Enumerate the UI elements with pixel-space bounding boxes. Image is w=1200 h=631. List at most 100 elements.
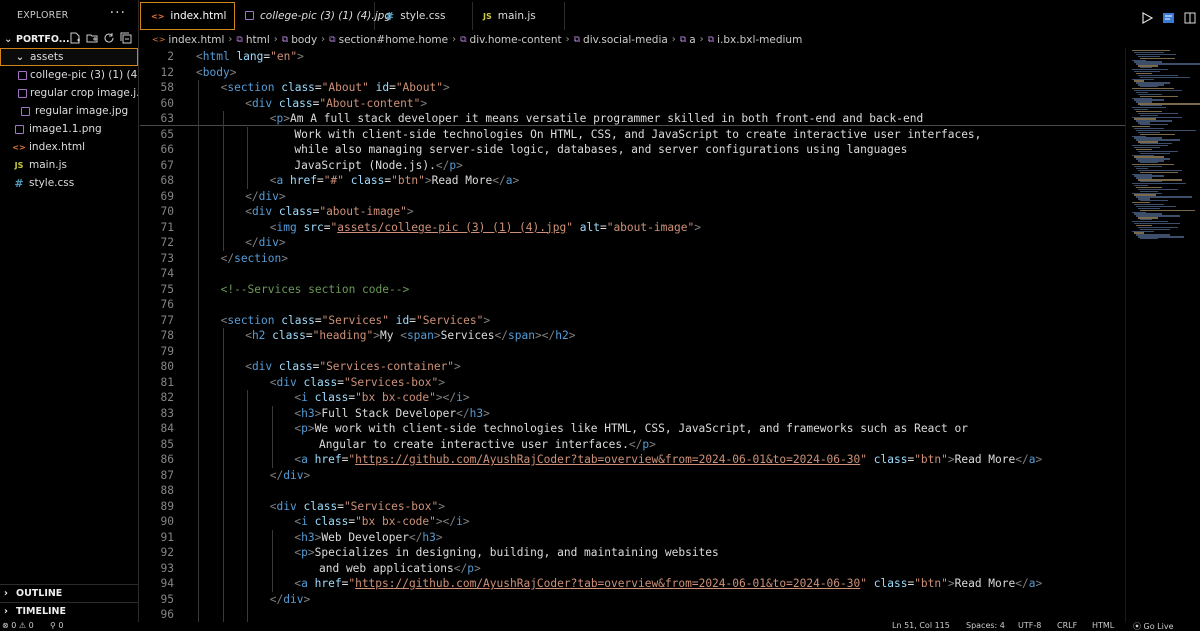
indentation-status[interactable]: Spaces: 4 bbox=[966, 622, 1005, 630]
collapse-all-icon[interactable] bbox=[120, 31, 132, 45]
code-token: section bbox=[234, 251, 282, 265]
tree-file[interactable]: JS main.js bbox=[0, 156, 138, 174]
chevron-right-icon: › bbox=[699, 34, 704, 45]
line-number: 77 bbox=[160, 313, 174, 327]
code-line[interactable]: 72 </div> bbox=[140, 235, 1125, 251]
timeline-section[interactable]: › TIMELINE bbox=[0, 602, 139, 620]
code-line[interactable]: 80 <div class="Services-container"> bbox=[140, 359, 1125, 375]
code-line[interactable]: 94 <a href="https://github.com/AyushRajCo… bbox=[140, 576, 1125, 592]
refresh-icon[interactable] bbox=[103, 31, 115, 45]
encoding-status[interactable]: UTF-8 bbox=[1018, 622, 1041, 630]
code-line[interactable]: 65 Work with client-side technologies On … bbox=[140, 127, 1125, 143]
code-line[interactable]: 58 <section class="About" id="About"> bbox=[140, 80, 1125, 96]
code-content: <div class="About-content"> bbox=[245, 96, 427, 112]
breadcrumb-item[interactable]: ⧉ body › bbox=[282, 34, 329, 46]
code-token: h3 bbox=[469, 406, 484, 420]
code-line[interactable]: 67 JavaScript (Node.js).</p> bbox=[140, 158, 1125, 174]
problems-status[interactable]: ⊗ 0 ⚠ 0 bbox=[2, 622, 34, 630]
code-line[interactable]: 84 <p>We work with client-side technologi… bbox=[140, 421, 1125, 437]
cursor-position[interactable]: Ln 51, Col 115 bbox=[892, 622, 950, 630]
code-token: div bbox=[283, 592, 304, 606]
language-mode[interactable]: HTML bbox=[1092, 622, 1114, 630]
tab-html[interactable]: <> index.html bbox=[140, 2, 235, 30]
breadcrumb-item[interactable]: ⧉ div.home-content › bbox=[460, 34, 574, 46]
code-line[interactable]: 77 <section class="Services" id="Services… bbox=[140, 313, 1125, 329]
code-token: "Services-container" bbox=[319, 360, 455, 373]
code-line[interactable]: 12 <body> bbox=[140, 65, 1125, 81]
code-line[interactable]: 63 <p>Am A full stack developer it means … bbox=[140, 111, 1125, 127]
open-preview-icon[interactable] bbox=[1162, 9, 1175, 28]
code-token: > bbox=[420, 96, 428, 110]
code-line[interactable]: 91 <h3>Web Developer</h3> bbox=[140, 530, 1125, 546]
code-line[interactable]: 71 <img src = "assets/college-pic (3) (1) (… bbox=[140, 220, 1125, 236]
tree-file[interactable]: regular image.jpg bbox=[0, 102, 138, 120]
code-line[interactable]: 83 <h3>Full Stack Developer</h3> bbox=[140, 406, 1125, 422]
code-line[interactable]: 95 </div> bbox=[140, 592, 1125, 608]
eol-status[interactable]: CRLF bbox=[1057, 622, 1077, 630]
split-editor-icon[interactable] bbox=[1184, 9, 1196, 28]
tree-file[interactable]: college-pic (3) (1) (4).... bbox=[0, 66, 138, 84]
code-token: i bbox=[301, 391, 315, 404]
code-token: "bx bx-code" bbox=[355, 515, 436, 528]
tree-file[interactable]: regular crop image.j... bbox=[0, 84, 138, 102]
new-folder-icon[interactable] bbox=[86, 31, 98, 45]
tree-file[interactable]: image1.1.png bbox=[0, 120, 138, 138]
tree-file[interactable]: <> index.html bbox=[0, 138, 138, 156]
code-line[interactable]: 74 bbox=[140, 266, 1125, 282]
breadcrumb-item[interactable]: ⧉ a › bbox=[680, 34, 708, 46]
code-line[interactable]: 2 <html lang="en"> bbox=[140, 49, 1125, 65]
code-line[interactable]: 75 <!--Services section code--> bbox=[140, 282, 1125, 298]
tree-folder[interactable]: ⌄ assets bbox=[0, 48, 138, 66]
element-icon: ⧉ bbox=[236, 34, 243, 45]
code-token: </ bbox=[456, 406, 470, 420]
code-line[interactable]: 92 <p>Specializes in designing, building,… bbox=[140, 545, 1125, 561]
code-line[interactable]: 68 <a href="#" class="btn">Read More</a> bbox=[140, 173, 1125, 189]
outline-section[interactable]: › OUTLINE bbox=[0, 584, 139, 602]
code-line[interactable]: 93 and web applications</p> bbox=[140, 561, 1125, 577]
breadcrumb-item[interactable]: ⧉ i.bx.bxl-medium bbox=[708, 34, 803, 46]
breadcrumb-item[interactable]: <> index.html › bbox=[152, 34, 236, 46]
code-line[interactable]: 89 <div class="Services-box"> bbox=[140, 499, 1125, 515]
code-line[interactable]: 81 <div class="Services-box"> bbox=[140, 375, 1125, 391]
breadcrumb-item[interactable]: ⧉ html › bbox=[236, 34, 281, 46]
code-line[interactable]: 88 bbox=[140, 483, 1125, 499]
code-line[interactable]: 70 <div class="about-image"> bbox=[140, 204, 1125, 220]
ports-status[interactable]: ⚲ 0 bbox=[50, 622, 64, 630]
breadcrumb-item[interactable]: ⧉ div.social-media › bbox=[574, 34, 680, 46]
code-token: src bbox=[303, 220, 324, 234]
code-token: and web applications bbox=[319, 561, 454, 575]
tree-file[interactable]: # style.css bbox=[0, 174, 138, 192]
code-token: div bbox=[251, 360, 279, 373]
tab-css[interactable]: # style.css bbox=[375, 2, 473, 30]
code-token: > bbox=[947, 577, 955, 590]
run-icon[interactable] bbox=[1142, 9, 1154, 28]
code-content: <i class="bx bx-code"></i> bbox=[294, 514, 469, 530]
breadcrumb-label: i.bx.bxl-medium bbox=[717, 33, 803, 46]
code-line[interactable]: 90 <i class="bx bx-code"></i> bbox=[140, 514, 1125, 530]
code-line[interactable]: 60 <div class="About-content"> bbox=[140, 96, 1125, 112]
line-number: 88 bbox=[160, 484, 174, 497]
code-line[interactable]: 69 </div> bbox=[140, 189, 1125, 205]
code-token: > bbox=[534, 329, 542, 342]
code-line[interactable]: 85 Angular to create interactive user int… bbox=[140, 437, 1125, 453]
code-line[interactable]: 66 while also managing server-side logic,… bbox=[140, 142, 1125, 158]
js-file-icon: JS bbox=[483, 11, 492, 21]
code-line[interactable]: 86 <a href="https://github.com/AyushRajCo… bbox=[140, 452, 1125, 468]
status-bar: ⊗ 0 ⚠ 0 ⚲ 0 Ln 51, Col 115 Spaces: 4 UTF… bbox=[0, 622, 1200, 631]
code-line[interactable]: 82 <i class="bx bx-code"></i> bbox=[140, 390, 1125, 406]
new-file-icon[interactable] bbox=[69, 31, 81, 45]
code-line[interactable]: 87 </div> bbox=[140, 468, 1125, 484]
breadcrumb-item[interactable]: ⧉ section#home.home › bbox=[329, 34, 460, 46]
code-token: > bbox=[307, 546, 315, 559]
code-line[interactable]: 73 </section> bbox=[140, 251, 1125, 267]
tab-js[interactable]: JS main.js bbox=[473, 2, 565, 30]
go-live-button[interactable]: ⦿ Go Live bbox=[1133, 622, 1174, 631]
minimap[interactable] bbox=[1125, 48, 1200, 622]
code-line[interactable]: 79 bbox=[140, 344, 1125, 360]
code-editor[interactable]: 2 <html lang="en"> 12 <body> 58 <section clas… bbox=[140, 48, 1125, 622]
code-line[interactable]: 78 <h2 class="heading">My <span>Services<… bbox=[140, 328, 1125, 344]
code-line[interactable]: 96 bbox=[140, 607, 1125, 622]
more-actions-icon[interactable]: ··· bbox=[110, 6, 126, 20]
tab-image[interactable]: college-pic (3) (1) (4).jpg bbox=[235, 2, 391, 30]
code-line[interactable]: 76 bbox=[140, 297, 1125, 313]
